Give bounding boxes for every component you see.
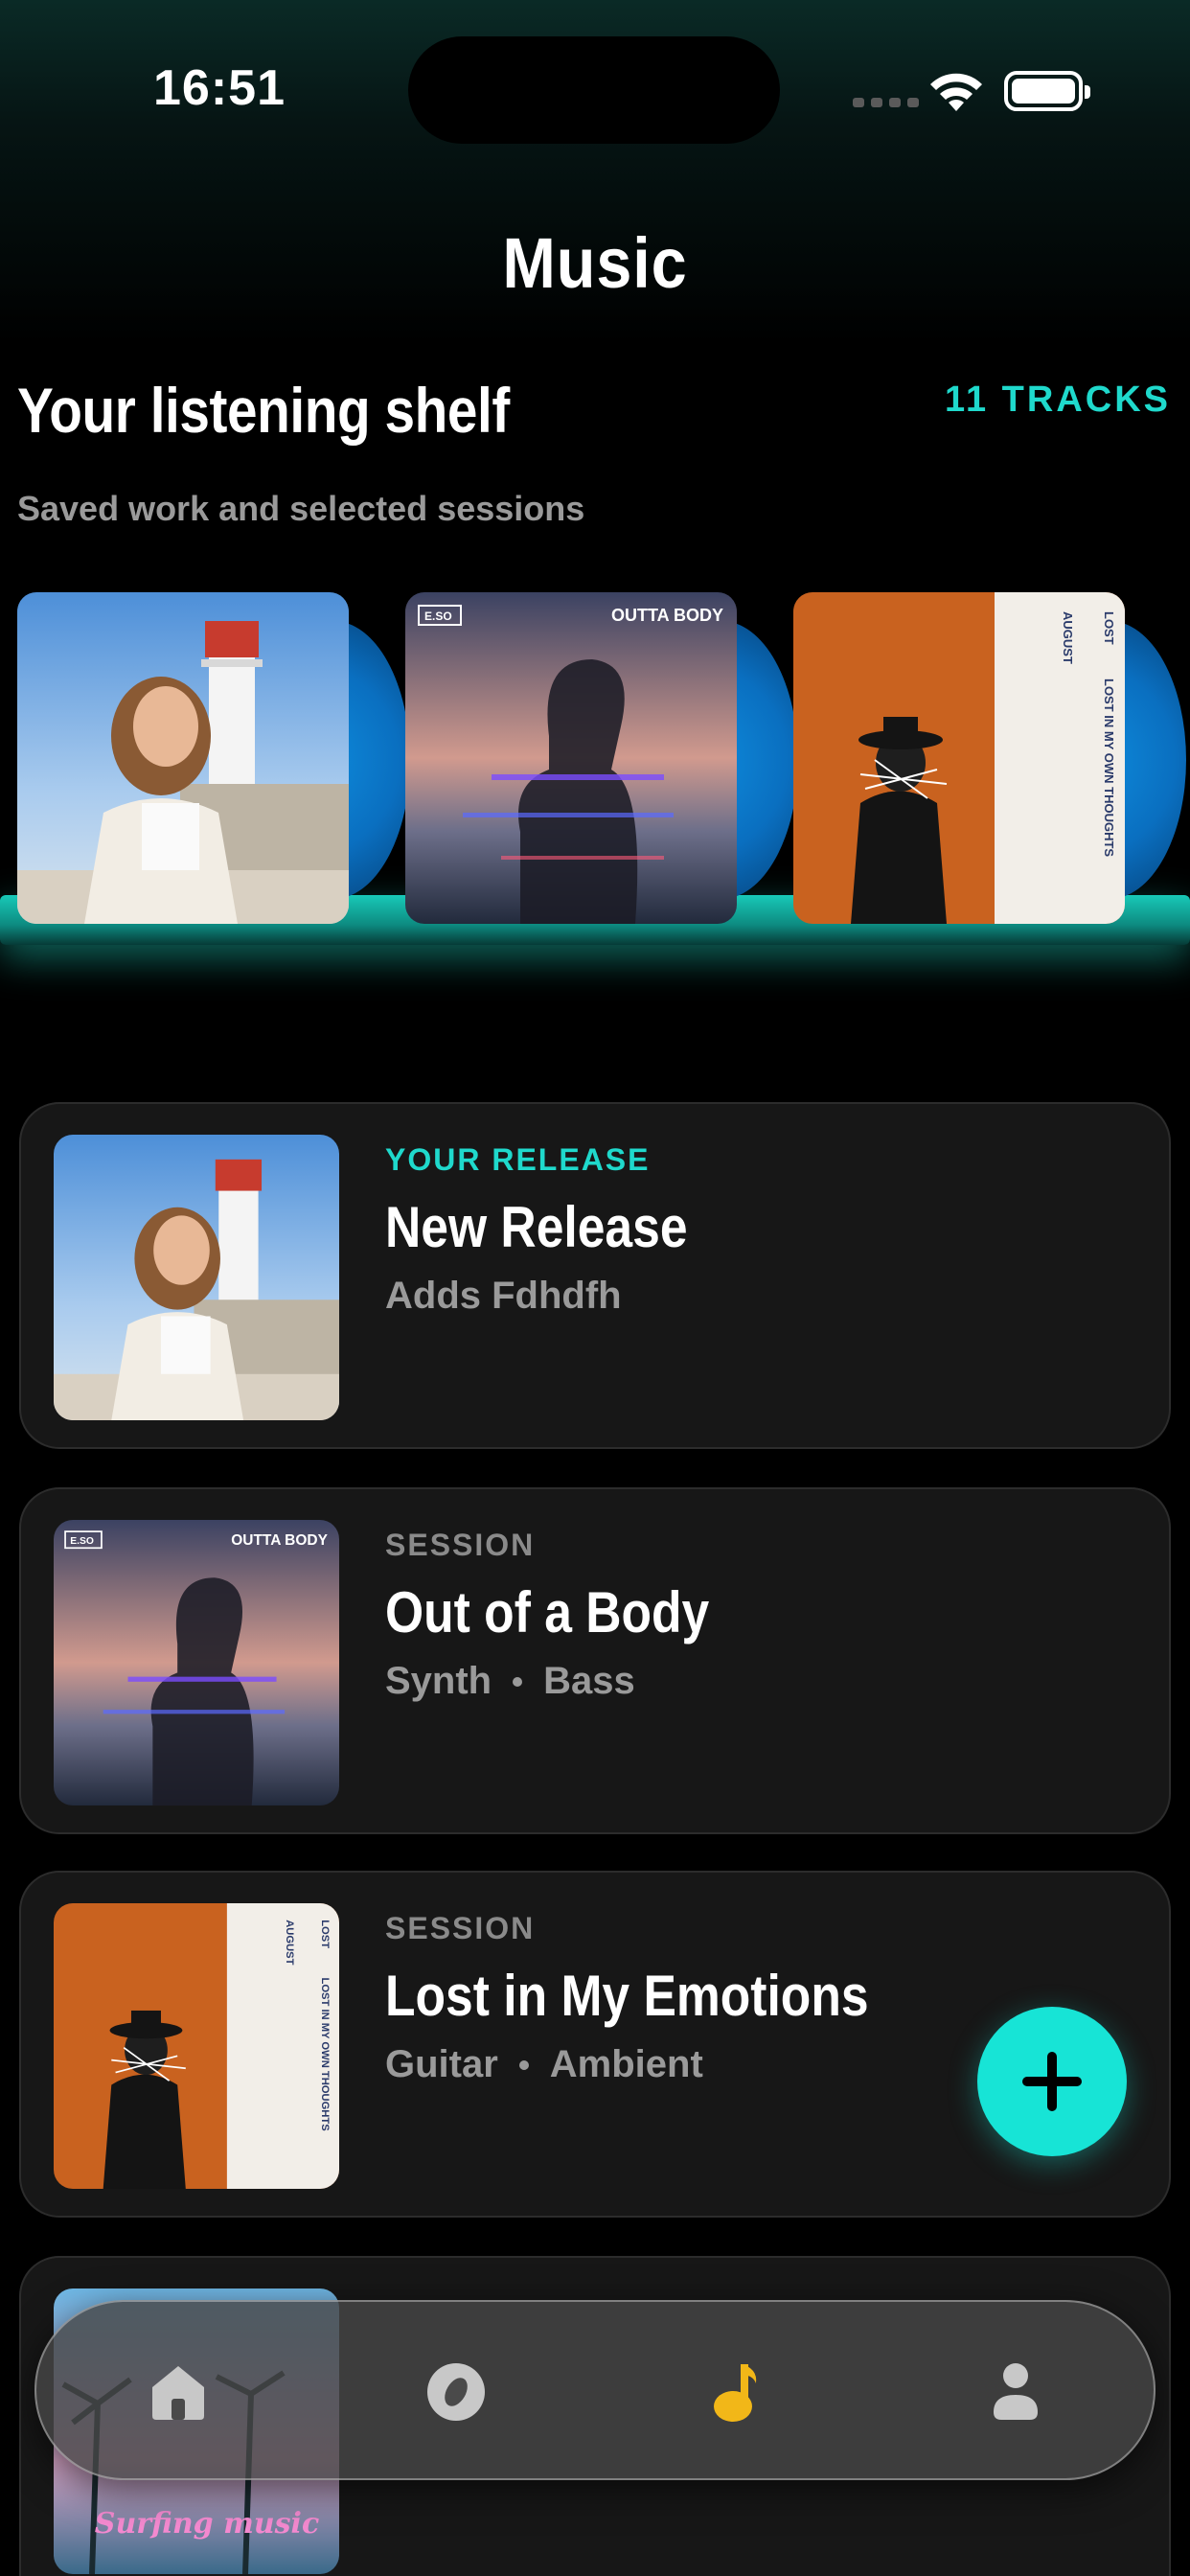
album-cover-image: LOST LOST IN MY OWN THOUGHTS AUGUST (793, 592, 1125, 924)
cover-text-surfing: Surfing music (95, 2507, 319, 2541)
track-title: Lost in My Emotions (385, 1964, 869, 2028)
cover-label-left: E.SO (70, 1536, 94, 1547)
dynamic-island (408, 36, 780, 144)
cover-label-right: OUTTA BODY (231, 1532, 328, 1549)
cover-text-side: LOST IN MY OWN THOUGHTS (319, 1978, 331, 2132)
plus-icon (1022, 2052, 1082, 2111)
battery-icon (1004, 71, 1090, 111)
cover-label-right: OUTTA BODY (611, 606, 723, 625)
separator-dot (513, 1676, 523, 1687)
track-kicker: SESSION (385, 1911, 536, 1945)
track-meta: Adds Fdhdfh (385, 1275, 622, 1318)
album-cover-image (17, 592, 349, 924)
track-artwork: LOST LOST IN MY OWN THOUGHTS AUGUST (54, 1903, 339, 2189)
album-cover-image: E.SO OUTTA BODY (405, 592, 737, 924)
music-note-icon (714, 2364, 757, 2422)
shelf-album-1[interactable] (17, 592, 410, 924)
track-artwork (54, 1135, 339, 1420)
track-meta-item: Synth (385, 1660, 492, 1702)
shelf-album-3[interactable]: LOST LOST IN MY OWN THOUGHTS AUGUST (793, 592, 1186, 924)
nav-music[interactable] (688, 2344, 784, 2440)
shelf-album-2[interactable]: E.SO OUTTA BODY (405, 592, 798, 924)
cellular-signal-icon (853, 98, 919, 107)
shelf-title: Your listening shelf (17, 375, 510, 446)
disc-icon (427, 2363, 485, 2421)
track-meta-item: Bass (543, 1660, 635, 1702)
nav-profile[interactable] (968, 2344, 1064, 2440)
cover-text-top: LOST (319, 1920, 331, 1948)
track-meta-item: Guitar (385, 2043, 498, 2085)
status-time: 16:51 (153, 60, 286, 116)
tracks-count-link[interactable]: 11 TRACKS (945, 380, 1171, 421)
shelf-subtitle: Saved work and selected sessions (17, 489, 585, 528)
track-title: Out of a Body (385, 1580, 710, 1644)
bottom-nav-bar (34, 2300, 1156, 2480)
track-kicker: YOUR RELEASE (385, 1142, 651, 1177)
cover-text-august: AUGUST (284, 1920, 295, 1965)
track-card-new-release[interactable]: YOUR RELEASE New Release Adds Fdhdfh (19, 1102, 1171, 1449)
cover-label-left: E.SO (424, 610, 452, 623)
cover-text-side: LOST IN MY OWN THOUGHTS (1102, 678, 1116, 857)
track-title: New Release (385, 1195, 688, 1259)
track-artwork: E.SO OUTTA BODY (54, 1520, 339, 1806)
track-kicker: SESSION (385, 1528, 536, 1562)
track-meta-item: Adds Fdhdfh (385, 1275, 622, 1317)
track-card-out-of-a-body[interactable]: E.SO OUTTA BODY SESSION Out of a Body Sy… (19, 1487, 1171, 1834)
profile-icon (994, 2363, 1038, 2420)
track-meta-item: Ambient (549, 2043, 703, 2085)
track-meta: Guitar Ambient (385, 2043, 703, 2086)
cover-text-top: LOST (1102, 611, 1116, 645)
wifi-icon (930, 73, 982, 111)
page-title: Music (502, 223, 688, 303)
add-track-button[interactable] (977, 2007, 1127, 2156)
track-meta: Synth Bass (385, 1660, 635, 1703)
nav-home[interactable] (130, 2344, 226, 2440)
home-icon (152, 2366, 204, 2420)
cover-text-august: AUGUST (1061, 611, 1075, 664)
separator-dot (518, 2059, 529, 2070)
nav-discover[interactable] (408, 2344, 504, 2440)
